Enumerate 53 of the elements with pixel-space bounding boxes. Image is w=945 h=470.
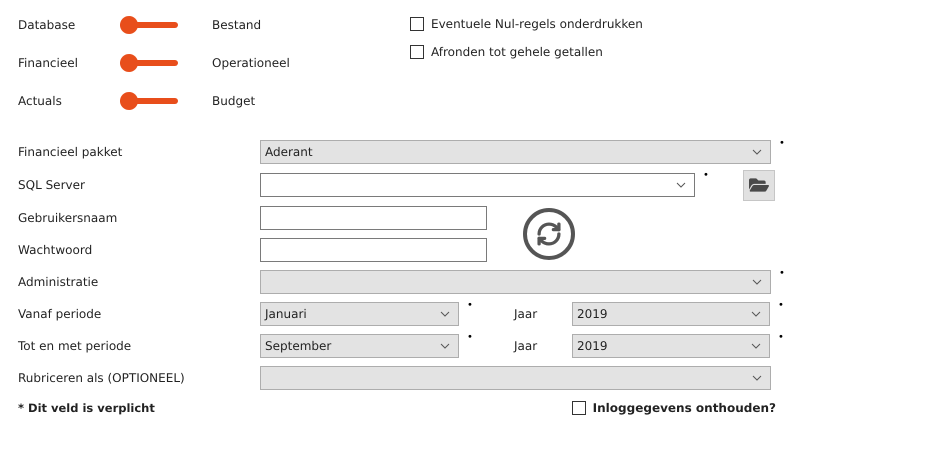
toggle-knob[interactable] xyxy=(120,54,138,72)
toggle-label: Database xyxy=(18,18,76,32)
field-label: Tot en met periode xyxy=(18,339,132,353)
required-mark: • xyxy=(466,332,474,343)
chevron-icon xyxy=(752,279,762,285)
dropdown[interactable]: September xyxy=(260,334,459,358)
chevron-icon xyxy=(752,375,762,381)
dropdown[interactable]: 2019 xyxy=(572,302,770,326)
field-label: Vanaf periode xyxy=(18,307,102,321)
toggle-knob[interactable] xyxy=(120,16,138,34)
field-label: Wachtwoord xyxy=(18,243,94,257)
toggle-knob[interactable] xyxy=(120,92,138,110)
toggle-label: Budget xyxy=(212,94,256,108)
input-field[interactable] xyxy=(260,206,487,230)
toggle-switch[interactable] xyxy=(120,16,178,34)
checkbox[interactable] xyxy=(572,401,586,415)
toggle-label: Financieel xyxy=(18,56,79,70)
required-note: * Dit veld is verplicht xyxy=(18,401,155,415)
chevron-icon xyxy=(751,311,761,317)
field-label: Administratie xyxy=(18,275,100,289)
required-mark: • xyxy=(702,170,710,181)
checkbox[interactable] xyxy=(410,45,424,59)
toggle-label: Operationeel xyxy=(212,56,291,70)
field-label: SQL Server xyxy=(18,178,86,192)
required-mark: • xyxy=(777,332,785,343)
field-label: Financieel pakket xyxy=(18,145,124,159)
checkbox[interactable] xyxy=(410,17,424,31)
required-mark: • xyxy=(778,138,786,149)
year-label: Jaar xyxy=(514,339,538,353)
chevron-icon xyxy=(676,182,686,188)
toggle-label: Actuals xyxy=(18,94,63,108)
dropdown[interactable] xyxy=(260,173,695,197)
required-mark: • xyxy=(778,268,786,279)
required-mark: • xyxy=(466,300,474,311)
checkbox-label: Afronden tot gehele getallen xyxy=(431,45,603,59)
field-label: Gebruikersnaam xyxy=(18,211,118,225)
toggle-label: Bestand xyxy=(212,18,262,32)
checkbox-label: Eventuele Nul-regels onderdrukken xyxy=(431,17,643,31)
checkbox-label: Inloggegevens onthouden? xyxy=(592,401,776,415)
dropdown[interactable]: 2019 xyxy=(572,334,770,358)
chevron-icon xyxy=(440,343,450,349)
dropdown[interactable]: Januari xyxy=(260,302,459,326)
input-field[interactable] xyxy=(260,238,487,262)
chevron-icon xyxy=(752,149,762,155)
chevron-icon xyxy=(440,311,450,317)
refresh-icon[interactable] xyxy=(522,207,576,261)
toggle-switch[interactable] xyxy=(120,92,178,110)
chevron-icon xyxy=(751,343,761,349)
toggle-switch[interactable] xyxy=(120,54,178,72)
year-label: Jaar xyxy=(514,307,538,321)
field-label: Rubriceren als (OPTIONEEL) xyxy=(18,371,186,385)
required-mark: • xyxy=(777,300,785,311)
browse-button[interactable] xyxy=(743,170,775,200)
